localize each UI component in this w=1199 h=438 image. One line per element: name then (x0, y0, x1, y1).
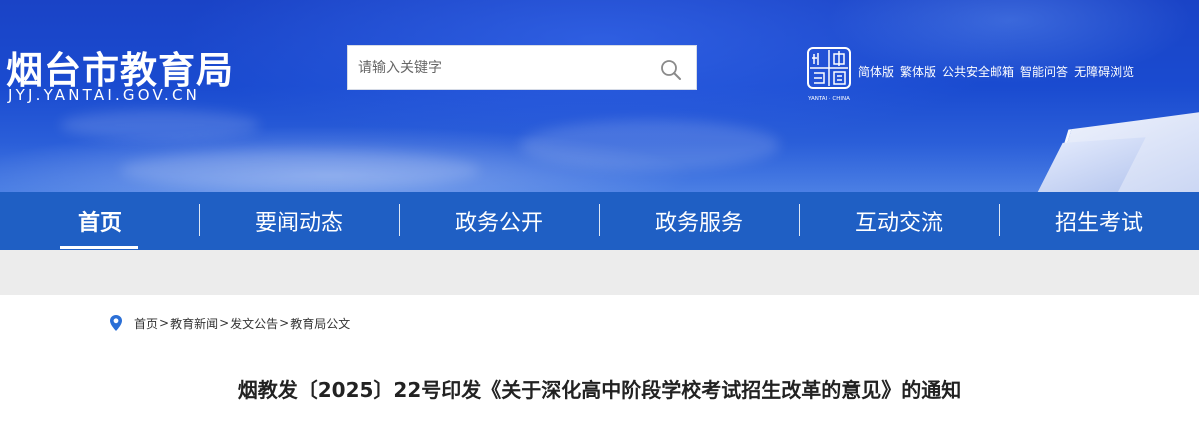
location-pin-icon (110, 315, 122, 331)
site-header: 烟台市教育局 JYJ.YANTAI.GOV.CN YANTAI · CHINA … (0, 0, 1199, 192)
link-traditional[interactable]: 繁体版 (900, 63, 936, 80)
grey-band (0, 250, 1199, 295)
article-title: 烟教发〔2025〕22号印发《关于深化高中阶段学校考试招生改革的意见》的通知 (237, 378, 962, 402)
breadcrumb-separator: > (279, 316, 290, 330)
nav-active-indicator (60, 246, 138, 249)
yantai-seal-icon: YANTAI · CHINA (807, 47, 851, 102)
breadcrumb-education-news[interactable]: 教育新闻 (170, 315, 218, 332)
site-domain: JYJ.YANTAI.GOV.CN (8, 86, 201, 104)
nav-item-admissions[interactable]: 招生考试 (999, 192, 1199, 250)
breadcrumb-separator: > (219, 316, 230, 330)
breadcrumb-bureau-documents[interactable]: 教育局公文 (290, 315, 350, 332)
seal-caption: YANTAI · CHINA (807, 96, 850, 102)
nav-item-news[interactable]: 要闻动态 (199, 192, 399, 250)
nav-item-government-services[interactable]: 政务服务 (599, 192, 799, 250)
breadcrumb-separator: > (159, 316, 170, 330)
cloud-decoration (120, 150, 480, 190)
main-nav: 首页 要闻动态 政务公开 政务服务 互动交流 招生考试 (0, 192, 1199, 250)
cloud-decoration (60, 110, 260, 140)
header-links: 简体版 繁体版 公共安全邮箱 智能问答 无障碍浏览 (858, 63, 1134, 80)
nav-item-interaction[interactable]: 互动交流 (799, 192, 999, 250)
search-box (347, 45, 697, 90)
link-public-safety-mailbox[interactable]: 公共安全邮箱 (942, 63, 1014, 80)
link-smart-qa[interactable]: 智能问答 (1020, 63, 1068, 80)
breadcrumb-home[interactable]: 首页 (134, 315, 158, 332)
nav-item-government-affairs[interactable]: 政务公开 (399, 192, 599, 250)
nav-item-home[interactable]: 首页 (0, 192, 200, 250)
link-simplified[interactable]: 简体版 (858, 63, 894, 80)
search-icon[interactable] (660, 59, 682, 81)
breadcrumb: 首页 > 教育新闻 > 发文公告 > 教育局公文 (108, 314, 350, 332)
search-input[interactable] (358, 46, 648, 89)
link-accessibility[interactable]: 无障碍浏览 (1074, 63, 1134, 80)
breadcrumb-announcements[interactable]: 发文公告 (230, 315, 278, 332)
cloud-decoration (520, 120, 780, 170)
